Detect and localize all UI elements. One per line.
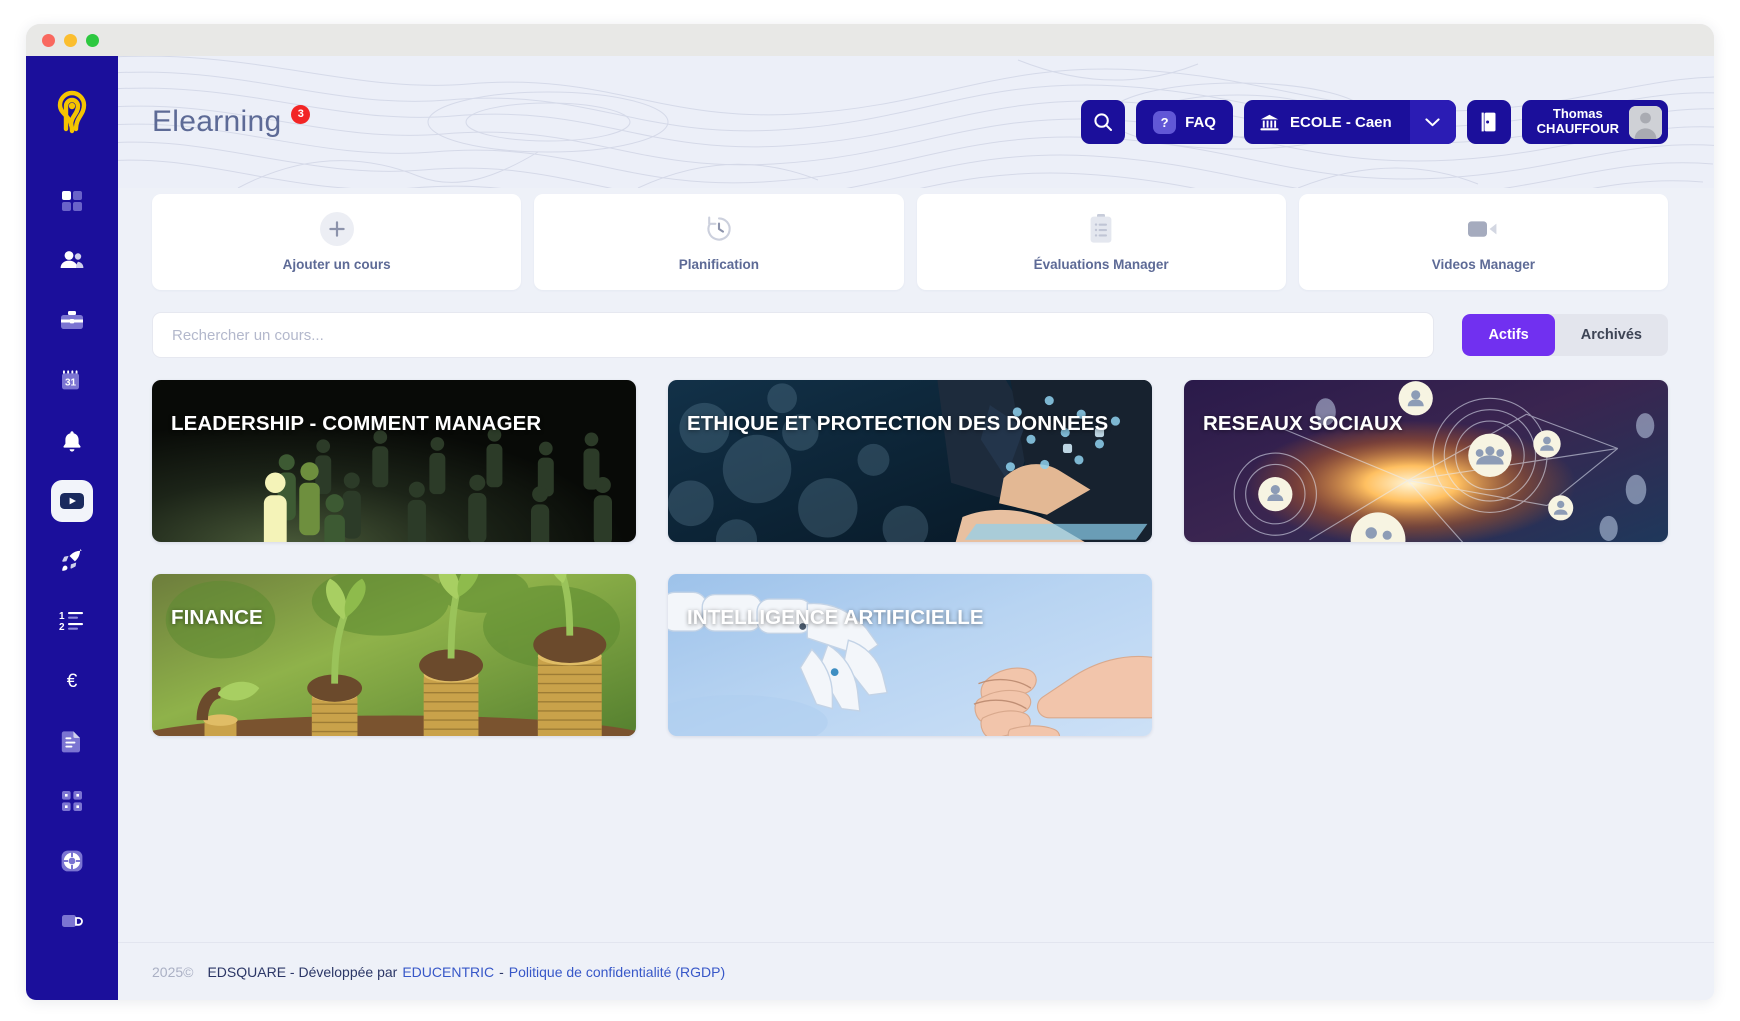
question-mark-icon: ? [1153,110,1177,134]
tab-archives[interactable]: Archivés [1555,314,1668,356]
browser-window: 31 1 2 € Elearning 3 ? FAQ ECOLE - Caen … [26,24,1714,1000]
faq-label: FAQ [1185,113,1216,131]
clock-rewind-icon [707,216,731,241]
faq-button[interactable]: ? FAQ [1136,100,1233,144]
sidebar-item-rankings[interactable]: 1 2 [51,600,93,642]
topbar-actions: ? FAQ ECOLE - Caen Thomas CHAUFFOUR [1081,100,1668,144]
close-window-button[interactable] [42,33,55,47]
search-input[interactable] [152,312,1435,358]
svg-text:31: 31 [65,377,77,388]
minimize-window-button[interactable] [64,33,77,47]
user-lastname: CHAUFFOUR [1536,121,1619,136]
page-title: Elearning 3 [152,104,311,139]
school-selector[interactable]: ECOLE - Caen [1243,100,1456,144]
course-title: RESEAUX SOCIAUX [1203,412,1403,435]
course-card[interactable]: RESEAUX SOCIAUX [1184,380,1668,542]
chevron-down-icon [1425,117,1440,126]
quick-action-label: Évaluations Manager [1033,257,1169,272]
course-card[interactable]: INTELLIGENCE ARTIFICIELLE [668,574,1152,736]
tab-actifs[interactable]: Actifs [1462,314,1555,356]
course-artwork-robot-hand [668,574,1152,736]
plus-icon [319,212,354,246]
maximize-window-button[interactable] [86,33,99,47]
svg-text:€: € [67,671,78,692]
sidebar-item-apps[interactable] [51,780,93,822]
video-camera-icon [1468,221,1497,237]
quick-action-evaluations[interactable]: Évaluations Manager [916,194,1286,290]
search-button[interactable] [1081,100,1126,144]
app-logo[interactable] [45,84,99,138]
course-card[interactable]: ETHIQUE ET PROTECTION DES DONNEES [668,380,1152,542]
clipboard-icon [1090,214,1112,243]
sidebar-item-calendar[interactable]: 31 [51,360,93,402]
footer-privacy-link[interactable]: Politique de confidentialité (RGDP) [509,964,725,980]
footer: 2025© EDSQUARE - Développée par EDUCENTR… [118,942,1714,1000]
quick-action-label: Ajouter un cours [282,257,391,272]
status-tabs: Actifs Archivés [1462,314,1668,356]
quick-action-planning[interactable]: Planification [534,194,904,290]
course-artwork-data [668,380,1152,542]
school-dropdown-toggle[interactable] [1409,100,1456,144]
logout-door-icon [1481,112,1496,132]
course-card[interactable]: LEADERSHIP - COMMENT MANAGER [152,380,636,542]
footer-year: 2025© [152,963,194,980]
page-title-badge: 3 [291,104,311,124]
school-label: ECOLE - Caen [1289,113,1392,131]
content: Ajouter un cours Planification Évaluatio… [118,188,1714,942]
quick-action-label: Planification [678,257,759,272]
app-body: 31 1 2 € Elearning 3 ? FAQ ECOLE - Caen … [26,56,1714,1000]
course-title: ETHIQUE ET PROTECTION DES DONNEES [687,412,1109,435]
svg-text:1: 1 [59,611,65,622]
sidebar: 31 1 2 € [26,56,118,1000]
sidebar-item-notifications[interactable] [51,420,93,462]
page-title-text: Elearning [152,105,282,138]
quick-actions-row: Ajouter un cours Planification Évaluatio… [152,194,1668,290]
course-grid: LEADERSHIP - COMMENT MANAGER ETHIQUE ET … [152,380,1668,736]
main-area: Elearning 3 ? FAQ ECOLE - Caen Thomas CH… [118,56,1714,1000]
course-title: INTELLIGENCE ARTIFICIELLE [687,606,984,629]
sidebar-item-support[interactable] [51,840,93,882]
sidebar-item-users[interactable] [51,240,93,282]
search-row: Actifs Archivés [152,312,1668,358]
sidebar-item-documents[interactable] [51,720,93,762]
sidebar-item-finance[interactable]: € [51,660,93,702]
course-artwork-coins [152,574,636,736]
course-card[interactable]: FINANCE [152,574,636,736]
window-titlebar [26,24,1714,56]
sidebar-item-break[interactable] [51,900,93,942]
quick-action-label: Videos Manager [1431,257,1536,272]
bank-icon [1260,114,1279,130]
course-artwork-crowd [152,380,636,542]
footer-separator: - [499,963,504,980]
user-menu[interactable]: Thomas CHAUFFOUR [1521,100,1668,144]
sidebar-item-onboarding[interactable] [51,540,93,582]
avatar-icon [1629,105,1662,139]
quick-action-videos[interactable]: Videos Manager [1298,194,1668,290]
course-title: FINANCE [171,606,263,629]
user-firstname: Thomas [1552,106,1603,122]
quick-action-add-course[interactable]: Ajouter un cours [152,194,522,290]
footer-developer-link[interactable]: EDUCENTRIC [402,964,494,980]
footer-company: EDSQUARE - Développée par [207,963,398,980]
sidebar-item-jobs[interactable] [51,300,93,342]
svg-text:2: 2 [59,622,65,633]
sidebar-item-dashboard[interactable] [51,180,93,222]
avatar [1629,105,1662,139]
sidebar-nav: 31 1 2 € [51,180,93,942]
logout-button[interactable] [1466,100,1511,144]
topbar: Elearning 3 ? FAQ ECOLE - Caen Thomas CH… [118,56,1714,188]
course-title: LEADERSHIP - COMMENT MANAGER [171,412,542,435]
sidebar-item-elearning[interactable] [51,480,93,522]
search-icon [1094,113,1113,131]
course-artwork-network [1184,380,1668,542]
